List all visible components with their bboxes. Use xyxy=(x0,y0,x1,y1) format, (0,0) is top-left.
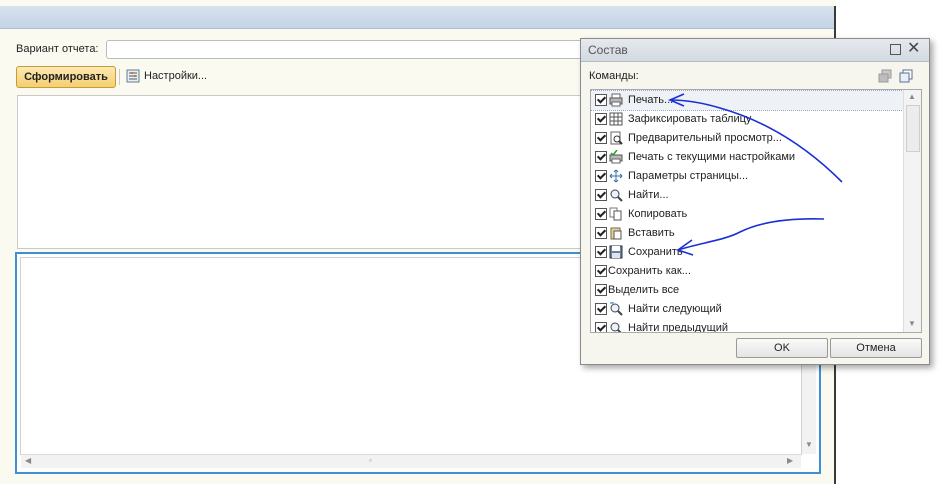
list-item[interactable]: Выделить все xyxy=(591,281,903,300)
item-label: Предварительный просмотр... xyxy=(628,132,782,144)
scroll-down-icon[interactable]: ▼ xyxy=(805,440,813,450)
maximize-icon[interactable] xyxy=(890,44,901,55)
item-label: Сохранить xyxy=(628,246,683,258)
checkbox[interactable] xyxy=(595,246,607,258)
scroll-right-icon[interactable]: ▶ xyxy=(787,456,793,466)
item-label: Найти следующий xyxy=(628,303,722,315)
stack-disabled-icon[interactable] xyxy=(878,69,892,83)
item-label: Найти предыдущий xyxy=(628,322,728,333)
checkbox[interactable] xyxy=(595,189,607,201)
composition-dialog: Состав ✕ Команды: Печать... Зафиксироват… xyxy=(580,38,930,365)
scroll-up-icon[interactable]: ▲ xyxy=(908,92,916,102)
list-item[interactable]: Сохранить xyxy=(591,243,903,262)
checkbox[interactable] xyxy=(595,208,607,220)
list-item[interactable]: Сохранить как... xyxy=(591,262,903,281)
page-setup-icon xyxy=(609,169,623,183)
checkbox[interactable] xyxy=(595,227,607,239)
variant-label: Вариант отчета: xyxy=(16,43,99,55)
close-icon[interactable]: ✕ xyxy=(907,39,920,59)
settings-icon[interactable] xyxy=(126,69,140,83)
item-label: Печать с текущими настройками xyxy=(628,151,796,163)
checkbox[interactable] xyxy=(595,170,607,182)
magnifier-icon xyxy=(610,189,623,202)
scroll-thumb-grip-icon[interactable]: ▫ xyxy=(369,456,372,466)
dialog-title: Состав xyxy=(588,43,628,57)
commands-list[interactable]: Печать... Зафиксировать таблицу Предвари… xyxy=(590,89,922,333)
list-item[interactable]: Найти предыдущий xyxy=(591,319,903,333)
scroll-left-icon[interactable]: ◀ xyxy=(25,456,31,466)
scroll-down-icon[interactable]: ▼ xyxy=(908,319,916,329)
list-scrollbar[interactable]: ▲ ▼ xyxy=(903,90,921,332)
generate-button[interactable]: Сформировать xyxy=(16,66,116,88)
checkbox[interactable] xyxy=(595,113,607,125)
item-label: Выделить все xyxy=(608,284,680,296)
print-preview-icon xyxy=(610,131,623,145)
settings-panel xyxy=(17,95,619,249)
checkbox[interactable] xyxy=(595,132,607,144)
item-label: Печать... xyxy=(628,94,674,106)
table-grid-icon xyxy=(609,112,623,126)
toolbar-separator xyxy=(119,69,120,85)
list-item[interactable]: Найти... xyxy=(591,186,903,205)
list-item[interactable]: Параметры страницы... xyxy=(591,167,903,186)
item-label: Вставить xyxy=(628,227,675,239)
variant-input[interactable] xyxy=(106,40,608,59)
item-label: Параметры страницы... xyxy=(628,170,749,182)
list-item[interactable]: Печать с текущими настройками xyxy=(591,148,903,167)
ok-button[interactable]: OK xyxy=(736,338,828,358)
list-item[interactable]: Предварительный просмотр... xyxy=(591,129,903,148)
dialog-titlebar: Состав ✕ xyxy=(581,39,929,62)
stack-icon[interactable] xyxy=(899,69,913,83)
item-label: Зафиксировать таблицу xyxy=(628,113,752,125)
window-titlebar xyxy=(0,6,834,29)
horizontal-scrollbar[interactable]: ◀ ▫ ▶ xyxy=(21,454,801,468)
find-next-icon xyxy=(610,302,623,316)
printer-icon xyxy=(609,93,623,107)
checkbox[interactable] xyxy=(595,151,607,163)
list-item[interactable]: Копировать xyxy=(591,205,903,224)
list-item[interactable]: Вставить xyxy=(591,224,903,243)
checkbox[interactable] xyxy=(595,265,607,277)
list-item[interactable]: Печать... xyxy=(591,90,904,111)
item-label: Найти... xyxy=(628,189,669,201)
commands-label: Команды: xyxy=(589,70,639,82)
vertical-scrollbar[interactable]: ▼ xyxy=(802,364,816,454)
printer-check-icon xyxy=(609,150,623,164)
paste-icon xyxy=(610,227,622,240)
find-previous-icon xyxy=(610,322,622,332)
copy-icon xyxy=(609,207,622,221)
scroll-thumb[interactable] xyxy=(906,105,920,152)
cancel-button[interactable]: Отмена xyxy=(830,338,922,358)
checkbox[interactable] xyxy=(595,94,607,106)
settings-button[interactable]: Настройки... xyxy=(144,70,207,82)
floppy-disk-icon xyxy=(609,245,623,259)
checkbox[interactable] xyxy=(595,284,607,296)
list-item[interactable]: Зафиксировать таблицу xyxy=(591,110,903,129)
item-label: Копировать xyxy=(628,208,688,220)
checkbox[interactable] xyxy=(595,322,607,332)
checkbox[interactable] xyxy=(595,303,607,315)
item-label: Сохранить как... xyxy=(608,265,691,277)
list-item[interactable]: Найти следующий xyxy=(591,300,903,319)
